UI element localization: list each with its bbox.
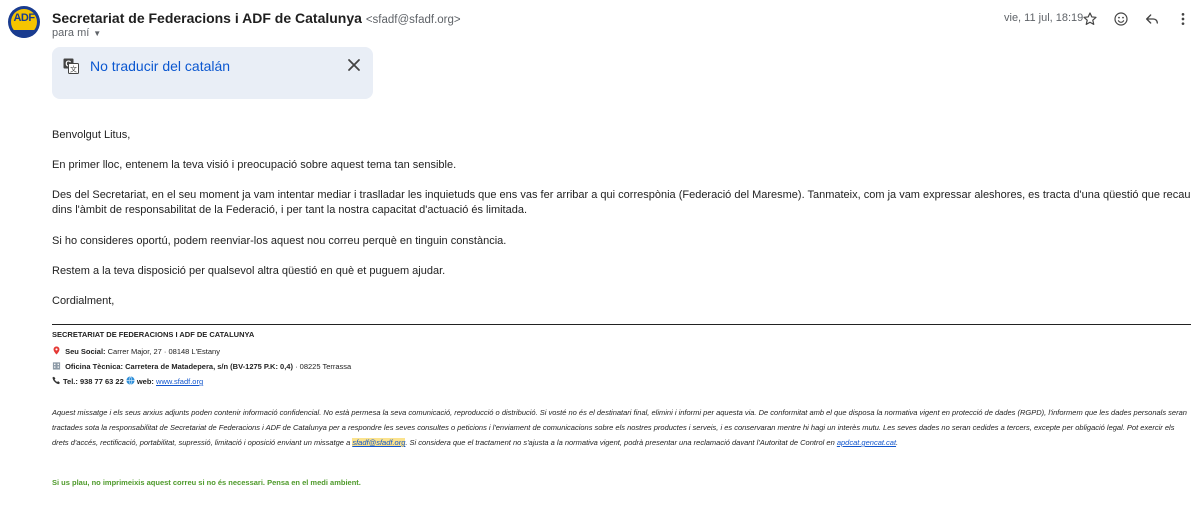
- reply-icon: [1146, 14, 1158, 24]
- star-icon: [1083, 12, 1097, 25]
- caret-down-icon: ▼: [93, 29, 102, 38]
- sender-line: Secretariat de Federacions i ADF de Cata…: [52, 10, 461, 26]
- map-pin-icon: [53, 346, 60, 355]
- close-icon[interactable]: [347, 58, 361, 72]
- svg-text:文: 文: [70, 65, 77, 74]
- website-link[interactable]: www.sfadf.org: [156, 377, 203, 386]
- environment-note: Si us plau, no imprimeixis aquest correu…: [52, 478, 361, 487]
- paragraph-1: En primer lloc, entenem la teva visió i …: [52, 159, 457, 171]
- translate-banner: G 文 No traducir del catalán: [52, 47, 373, 99]
- sender-name[interactable]: Secretariat de Federacions i ADF de Cata…: [52, 10, 362, 26]
- signature-oficina: Oficina Tècnica: Carretera de Matadepera…: [52, 361, 351, 371]
- paragraph-3: Si ho consideres oportú, podem reenviar-…: [52, 235, 507, 247]
- translate-icon: G 文: [63, 58, 79, 74]
- avatar-band: [8, 30, 40, 38]
- signature-org: SECRETARIAT DE FEDERACIONS I ADF DE CATA…: [52, 330, 255, 339]
- oficina-label: Oficina Tècnica: Carretera de Matadepera…: [65, 362, 293, 371]
- star-button[interactable]: [1079, 8, 1101, 30]
- more-options-button[interactable]: [1172, 8, 1194, 30]
- emoji-react-button[interactable]: [1110, 8, 1132, 30]
- legal-text-2: . Si considera que el tractament no s'aj…: [405, 438, 837, 447]
- paragraph-4: Restem a la teva disposició per qualsevo…: [52, 265, 446, 277]
- legal-disclaimer: Aquest missatge i els seus arxius adjunt…: [52, 405, 1192, 450]
- reply-button[interactable]: [1141, 8, 1163, 30]
- emoji-icon: [1114, 12, 1128, 26]
- signature-seu: Seu Social: Carrer Major, 27 · 08148 L'E…: [52, 346, 220, 356]
- seu-label: Seu Social:: [65, 347, 106, 356]
- sender-email: <sfadf@sfadf.org>: [365, 14, 461, 26]
- sender-avatar[interactable]: ADF: [8, 6, 40, 38]
- apdcat-link[interactable]: apdcat.gencat.cat: [837, 438, 896, 447]
- signature-divider: [52, 324, 1191, 325]
- office-building-icon: [52, 362, 61, 370]
- seu-address: Carrer Major, 27 · 08148 L'Estany: [107, 347, 220, 356]
- closing: Cordialment,: [52, 295, 115, 307]
- signature-contact: Tel.: 938 77 63 22 web: www.sfadf.org: [52, 376, 203, 386]
- avatar-logo-text: ADF: [13, 12, 35, 24]
- legal-text-3: .: [896, 438, 899, 447]
- recipient-label: para mí: [52, 27, 90, 39]
- oficina-address: · 08225 Terrassa: [295, 362, 352, 371]
- greeting: Benvolgut Litus,: [52, 129, 131, 141]
- web-label: web:: [136, 377, 154, 386]
- globe-icon: [126, 376, 135, 385]
- message-date: vie, 11 jul, 18:19: [1004, 12, 1084, 24]
- do-not-translate-link[interactable]: No traducir del catalán: [90, 58, 230, 74]
- recipient-toggle[interactable]: para mí ▼: [52, 27, 101, 39]
- more-vert-icon: [1181, 13, 1185, 25]
- phone-icon: [52, 376, 60, 385]
- tel-label: Tel.: 938 77 63 22: [63, 377, 124, 386]
- legal-email-link[interactable]: sfadf@sfadf.org: [352, 438, 406, 447]
- paragraph-2: Des del Secretariat, en el seu moment ja…: [52, 189, 1191, 216]
